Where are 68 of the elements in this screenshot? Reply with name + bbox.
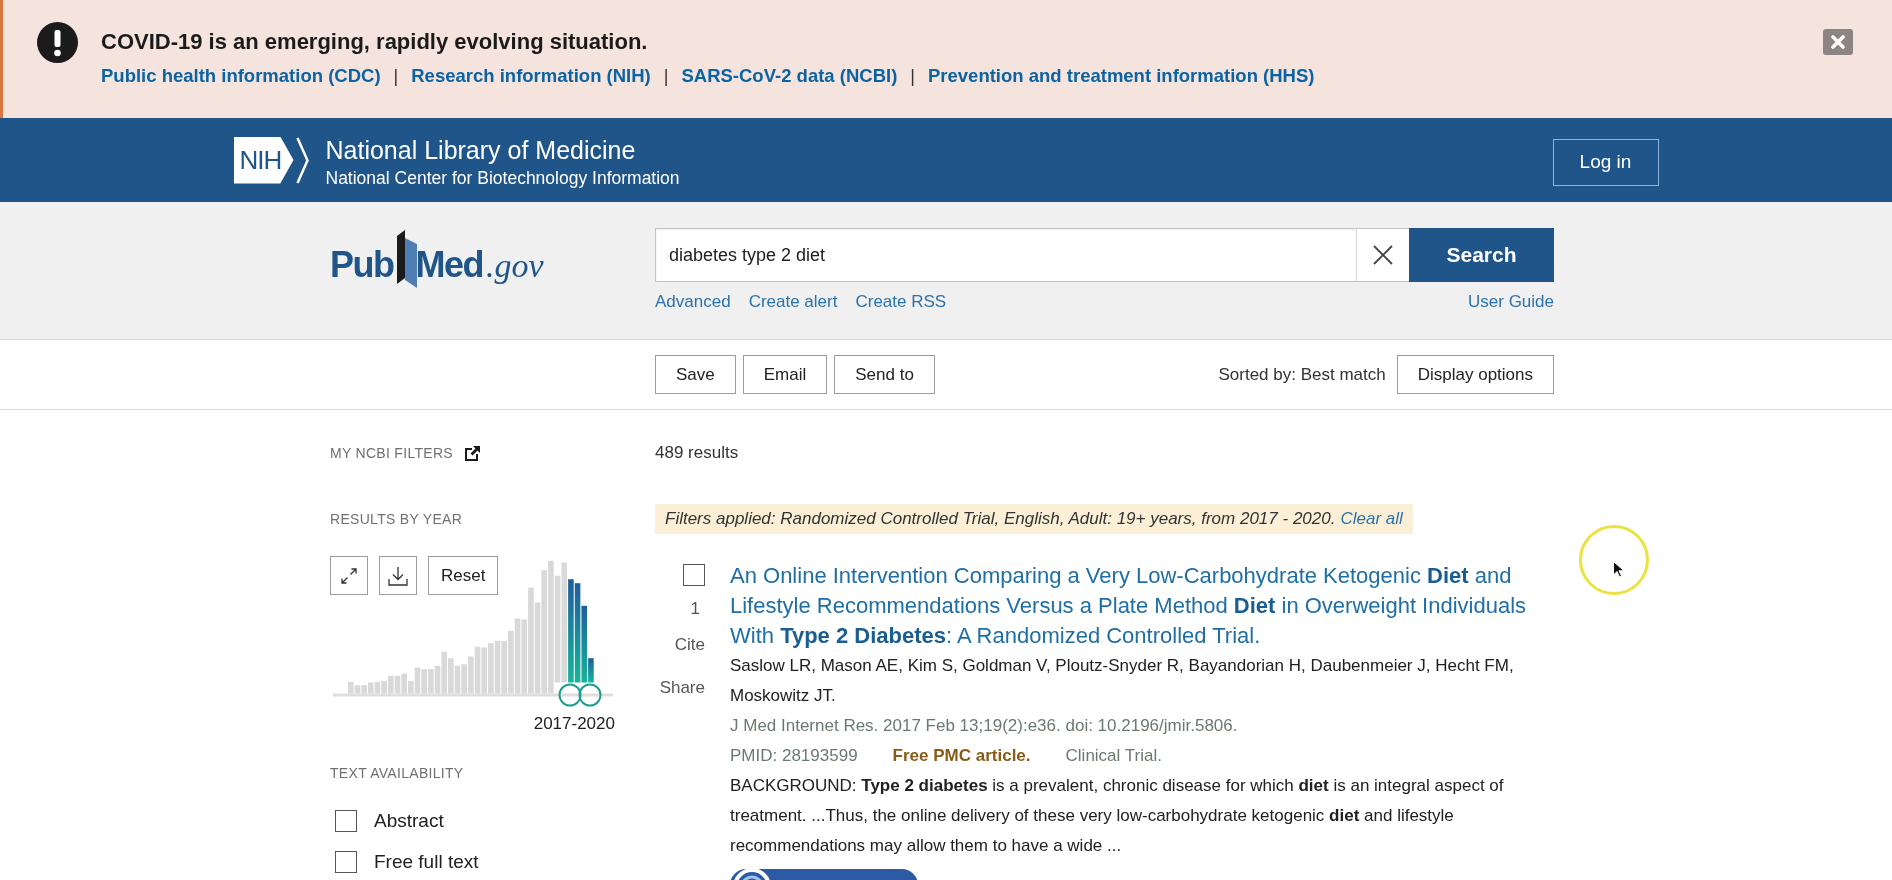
year-range-label: 2017-2020	[532, 713, 615, 735]
link-separator: |	[393, 65, 399, 88]
download-button[interactable]	[379, 556, 417, 595]
filter-option-label: Abstract	[374, 810, 444, 832]
expand-button[interactable]	[330, 556, 368, 595]
checkbox[interactable]	[335, 810, 357, 832]
link-separator: |	[663, 65, 669, 88]
alert-link[interactable]: Research information (NIH)	[411, 64, 651, 88]
search-field[interactable]: diabetes type 2 diet	[655, 228, 1356, 282]
section-heading: RESULTS BY YEAR	[330, 510, 463, 529]
mouse-pointer-icon	[1613, 561, 1625, 578]
external-link-icon[interactable]	[465, 445, 480, 461]
result-snippet: BACKGROUND: Type 2 diabetes is a prevalent, chronic disease for which diet is an integral aspect of treatment. ...Thus, the online delivery of these very low-carbohydrate ketogenic diet and lifestyle recommendations may allow them to have a wide ...	[730, 775, 1505, 857]
display-options-button[interactable]: Display options	[1396, 355, 1554, 394]
logo-domain: .gov	[486, 246, 544, 286]
chevron-icon	[295, 136, 309, 184]
result-pmid: PMID: 28193599	[730, 745, 858, 767]
link-separator: |	[910, 65, 915, 88]
cite-button[interactable]: Cite	[674, 634, 705, 656]
user-guide-link[interactable]: User Guide	[1468, 291, 1554, 313]
action-button[interactable]: Save	[655, 355, 736, 394]
alert-title: COVID-19 is an emerging, rapidly evolving situation.	[101, 29, 649, 55]
action-button[interactable]: Email	[742, 355, 828, 394]
search-link[interactable]: Advanced	[655, 291, 731, 313]
filters-applied-bar: Filters applied: Randomized Controlled Trial, English, Adult: 19+ years, from 2017 - 2020. Clear all	[655, 504, 1413, 534]
alert-link[interactable]: SARS-CoV-2 data (NCBI)	[681, 64, 898, 88]
year-bar[interactable]	[588, 658, 594, 683]
alert-link[interactable]: Prevention and treatment information (HHS)	[928, 64, 1315, 88]
section-heading: MY NCBI FILTERS	[330, 444, 453, 463]
book-icon	[395, 230, 418, 288]
year-bar[interactable]	[574, 583, 581, 683]
download-icon	[388, 565, 408, 586]
sort-label: Sorted by: Best match	[1218, 364, 1386, 385]
share-button[interactable]: Share	[659, 677, 705, 699]
search-link[interactable]: Create RSS	[855, 291, 947, 313]
result-title-link[interactable]: An Online Intervention Comparing a Very Low-Carbohydrate Ketogenic Diet and Lifestyle Recommendations Versus a Plate Method Diet in Overweight Individuals With Type 2 Diabetes: A Randomized Controlled Trial.	[730, 561, 1542, 651]
logo-text[interactable]: Med	[415, 244, 483, 286]
free-pmc-label: Free PMC article.	[892, 745, 1031, 767]
search-button[interactable]: Search	[1409, 228, 1554, 282]
action-button[interactable]: Send to	[834, 355, 935, 394]
close-button[interactable]	[1823, 29, 1853, 55]
close-icon	[1373, 245, 1393, 265]
alert-icon	[37, 22, 78, 63]
clear-all-link[interactable]: Clear all	[1340, 509, 1403, 528]
publication-type: Clinical Trial.	[1065, 745, 1162, 767]
range-handle[interactable]	[578, 683, 602, 707]
logo-text[interactable]: Pub	[330, 244, 394, 286]
range-handle[interactable]	[558, 683, 582, 707]
section-heading: TEXT AVAILABILITY	[330, 764, 464, 783]
result-number: 1	[690, 598, 700, 620]
search-link[interactable]: Create alert	[748, 291, 838, 313]
login-button[interactable]: Log in	[1552, 138, 1659, 186]
nih-logo[interactable]: NIH	[233, 136, 294, 184]
alert-link[interactable]: Public health information (CDC)	[101, 64, 381, 88]
header-title: National Library of Medicine	[325, 135, 637, 165]
checkbox[interactable]	[683, 564, 705, 586]
header-subtitle: National Center for Biotechnology Information	[325, 167, 680, 189]
year-bar[interactable]	[581, 605, 588, 683]
result-citation: J Med Internet Res. 2017 Feb 13;19(2):e36. doi: 10.2196/jmir.5806.	[730, 715, 1239, 737]
result-authors: Saslow LR, Mason AE, Kim S, Goldman V, Ploutz-Snyder R, Bayandorian H, Daubenmeier J, Hecht FM, Moskowitz JT.	[730, 655, 1515, 707]
reset-button[interactable]: Reset	[428, 556, 499, 595]
close-icon	[1831, 35, 1845, 49]
year-bar[interactable]	[568, 579, 574, 683]
filter-option-label: Free full text	[374, 851, 479, 873]
results-count: 489 results	[655, 443, 740, 463]
clear-button[interactable]	[1356, 228, 1409, 282]
checkbox[interactable]	[335, 851, 357, 873]
expand-icon	[341, 567, 357, 584]
